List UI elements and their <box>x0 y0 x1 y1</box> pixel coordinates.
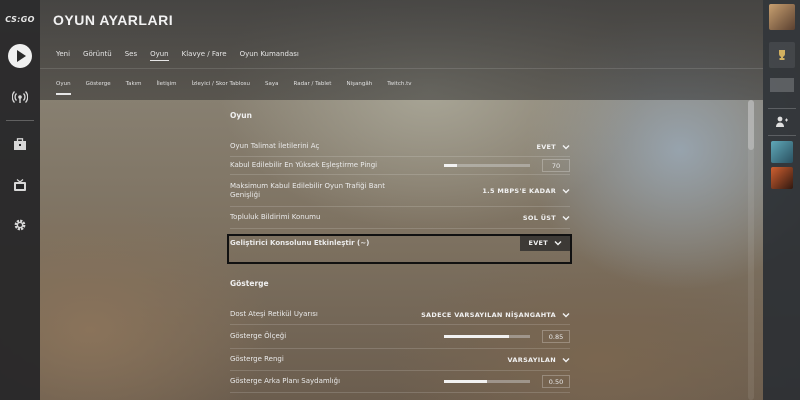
setting-row-konsol[interactable]: Geliştirici Konsolunu Etkinleştir (~) EV… <box>230 229 570 257</box>
setting-slider-group: 70 <box>444 159 570 172</box>
setting-slider-group: 0.85 <box>444 330 570 343</box>
setting-label: Gösterge Arka Planı Saydamlığı <box>230 377 341 385</box>
sidebar-divider <box>6 120 34 121</box>
subtab-takim[interactable]: Takım <box>126 81 142 93</box>
setting-label: Geliştirici Konsolunu Etkinleştir (~) <box>230 238 370 247</box>
play-icon <box>17 50 26 62</box>
setting-dropdown[interactable]: SOL ÜST <box>523 214 570 222</box>
subtab-saya[interactable]: Saya <box>265 81 279 93</box>
tab-ses[interactable]: Ses <box>125 50 137 61</box>
setting-dropdown[interactable]: VARSAYILAN <box>508 356 570 364</box>
chevron-down-icon <box>562 188 570 193</box>
tv-icon[interactable] <box>11 176 29 194</box>
subtab-twitch[interactable]: Twitch.tv <box>387 81 411 93</box>
slider-fill <box>444 164 457 167</box>
friend-avatar[interactable] <box>770 167 793 189</box>
briefcase-icon[interactable] <box>11 135 29 153</box>
section-title-oyun: Oyun <box>230 111 252 120</box>
setting-value: EVET <box>536 142 556 151</box>
sidebar-divider <box>767 108 796 109</box>
setting-row-retikul[interactable]: Dost Ateşi Retikül Uyarısı SADECE VARSAY… <box>230 305 570 325</box>
subtab-oyun[interactable]: Oyun <box>56 81 71 95</box>
setting-dropdown[interactable]: EVET <box>520 235 570 251</box>
scrollbar[interactable] <box>748 100 754 400</box>
setting-label: Gösterge Rengi <box>230 355 284 363</box>
broadcast-icon[interactable] <box>11 88 29 106</box>
setting-value: 1.5 MBPS'E KADAR <box>482 186 556 195</box>
setting-value: VARSAYILAN <box>507 355 556 364</box>
settings-area: Oyun Oyun Talimat İletilerini Aç EVET Ka… <box>40 100 763 400</box>
slider-fill <box>444 380 487 383</box>
tab-oyun[interactable]: Oyun <box>150 50 169 61</box>
setting-row-saydamlik[interactable]: Gösterge Arka Planı Saydamlığı 0.50 <box>230 371 570 393</box>
ping-slider[interactable] <box>444 164 530 167</box>
avatar[interactable] <box>768 4 795 30</box>
section-title-gosterge: Gösterge <box>230 279 269 288</box>
chevron-down-icon <box>562 215 570 220</box>
tab-goruntu[interactable]: Görüntü <box>83 50 112 61</box>
setting-row-bant[interactable]: Maksimum Kabul Edilebilir Oyun Trafiği B… <box>230 175 570 207</box>
setting-value: EVET <box>528 239 548 247</box>
page-title: OYUN AYARLARI <box>53 12 174 28</box>
setting-row-renk[interactable]: Gösterge Rengi VARSAYILAN <box>230 349 570 371</box>
setting-label: Kabul Edilebilir En Yüksek Eşleştirme Pi… <box>230 161 378 169</box>
chevron-down-icon <box>562 357 570 362</box>
setting-slider-group: 0.50 <box>444 375 570 388</box>
trophy-icon[interactable] <box>768 42 795 68</box>
chevron-down-icon <box>554 241 562 246</box>
opacity-slider[interactable] <box>444 380 530 383</box>
subtab-radar[interactable]: Radar / Tablet <box>294 81 332 93</box>
friends-icon[interactable] <box>772 115 792 129</box>
setting-label: Oyun Talimat İletilerini Aç <box>230 142 320 150</box>
csgo-logo: CS:GO <box>5 15 35 24</box>
left-sidebar: CS:GO <box>0 0 40 400</box>
settings-panel: Oyun Oyun Talimat İletilerini Aç EVET Ka… <box>230 100 570 393</box>
setting-value: SOL ÜST <box>522 213 556 222</box>
setting-dropdown[interactable]: SADECE VARSAYILAN NİŞANGAHTA <box>421 311 570 319</box>
setting-row-olcek[interactable]: Gösterge Ölçeği 0.85 <box>230 325 570 349</box>
chevron-down-icon <box>562 312 570 317</box>
sub-tabs: Oyun Gösterge Takım İletişim İzleyici / … <box>40 68 763 100</box>
tab-klavye-fare[interactable]: Klavye / Fare <box>182 50 227 61</box>
play-button[interactable] <box>8 44 32 68</box>
setting-row-talimat[interactable]: Oyun Talimat İletilerini Aç EVET <box>230 137 570 157</box>
right-sidebar <box>763 0 800 400</box>
setting-value: SADECE VARSAYILAN NİŞANGAHTA <box>421 310 556 319</box>
scale-slider[interactable] <box>444 335 530 338</box>
slider-fill <box>444 335 509 338</box>
chevron-down-icon <box>562 144 570 149</box>
gear-icon[interactable] <box>11 216 29 234</box>
setting-label: Gösterge Ölçeği <box>230 332 287 340</box>
slider-value[interactable]: 0.50 <box>542 375 570 388</box>
subtab-nisangah[interactable]: Nişangâh <box>346 81 372 93</box>
tab-yeni[interactable]: Yeni <box>56 50 70 61</box>
friend-avatar[interactable] <box>770 141 793 163</box>
status-indicator <box>769 78 794 92</box>
setting-dropdown[interactable]: EVET <box>536 143 570 151</box>
subtab-iletisim[interactable]: İletişim <box>157 81 177 93</box>
setting-label: Maksimum Kabul Edilebilir Oyun Trafiği B… <box>230 181 385 199</box>
sidebar-divider <box>767 135 796 136</box>
setting-row-bildirim[interactable]: Topluluk Bildirimi Konumu SOL ÜST <box>230 207 570 229</box>
subtab-izleyici[interactable]: İzleyici / Skor Tablosu <box>192 81 251 93</box>
slider-value[interactable]: 70 <box>542 159 570 172</box>
scrollbar-thumb[interactable] <box>748 100 754 150</box>
slider-value[interactable]: 0.85 <box>542 330 570 343</box>
header: OYUN AYARLARI Yeni Görüntü Ses Oyun Klav… <box>40 0 763 100</box>
subtab-gosterge[interactable]: Gösterge <box>86 81 111 93</box>
setting-label: Dost Ateşi Retikül Uyarısı <box>230 310 318 318</box>
setting-label: Topluluk Bildirimi Konumu <box>230 213 321 221</box>
setting-row-ping[interactable]: Kabul Edilebilir En Yüksek Eşleştirme Pi… <box>230 157 570 175</box>
setting-dropdown[interactable]: 1.5 MBPS'E KADAR <box>482 187 570 195</box>
main-tabs: Yeni Görüntü Ses Oyun Klavye / Fare Oyun… <box>56 50 312 61</box>
tab-oyun-kumandasi[interactable]: Oyun Kumandası <box>240 50 299 61</box>
